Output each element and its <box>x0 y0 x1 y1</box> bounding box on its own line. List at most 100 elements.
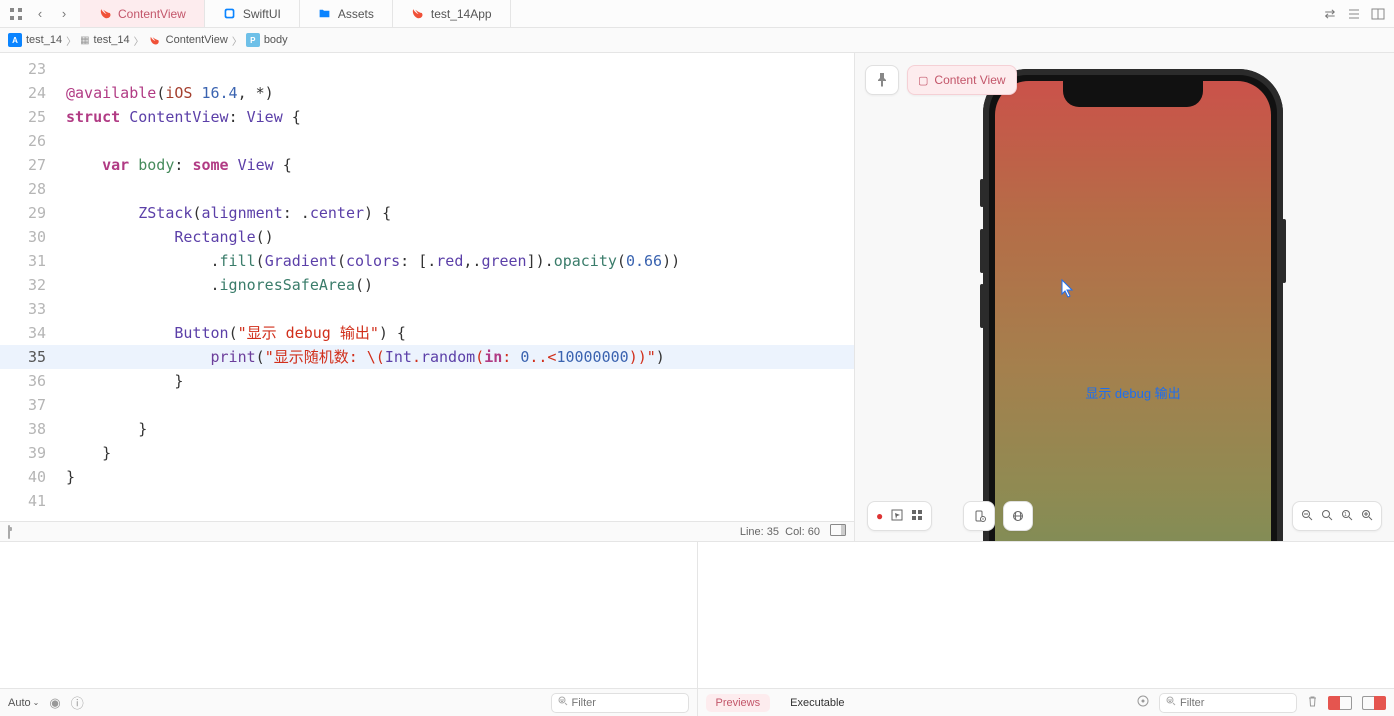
panel-toggle-left[interactable] <box>1328 696 1352 710</box>
tab-swiftui[interactable]: SwiftUI <box>205 0 300 27</box>
crumb-file[interactable]: ContentView <box>148 33 228 47</box>
tab-test14app[interactable]: test_14App <box>393 0 511 27</box>
chevron-updown-icon: ⌄ <box>33 698 40 707</box>
line-content[interactable] <box>58 129 854 153</box>
console-filter-input[interactable] <box>1180 697 1290 709</box>
code-line[interactable]: 29 ZStack(alignment: .center) { <box>0 201 854 225</box>
tab-bar: ‹ › ContentView SwiftUI Assets test_14Ap… <box>0 0 1394 28</box>
trash-icon[interactable] <box>1307 695 1318 710</box>
battery-icon <box>8 526 10 538</box>
line-number: 28 <box>0 177 58 201</box>
line-content[interactable]: Rectangle() <box>58 225 854 249</box>
line-content[interactable]: } <box>58 417 854 441</box>
tab-label: ContentView <box>118 7 186 21</box>
line-content[interactable]: var body: some View { <box>58 153 854 177</box>
code-line[interactable]: 34 Button("显示 debug 输出") { <box>0 321 854 345</box>
line-content[interactable] <box>58 489 854 513</box>
variables-filter-input[interactable] <box>572 697 682 709</box>
preview-column: ▢ Content View 显示 debug 输出 <box>854 53 1394 541</box>
pin-preview-button[interactable] <box>865 65 899 95</box>
line-content[interactable]: .fill(Gradient(colors: [.red,.green]).op… <box>58 249 854 273</box>
cycle-icon[interactable]: ⇄ <box>1320 4 1340 24</box>
console-tab-previews[interactable]: Previews <box>706 694 771 712</box>
nav-forward-icon[interactable]: › <box>54 4 74 24</box>
code-line[interactable]: 32 .ignoresSafeArea() <box>0 273 854 297</box>
preview-canvas[interactable]: ▢ Content View 显示 debug 输出 <box>855 53 1394 541</box>
console-toolbar: Previews Executable <box>698 688 1394 716</box>
variants-icon[interactable] <box>911 509 923 524</box>
swift-icon <box>148 33 162 47</box>
zoom-out-icon[interactable] <box>1301 509 1313 524</box>
variables-filter[interactable] <box>551 693 689 713</box>
line-content[interactable]: struct ContentView: View { <box>58 105 854 129</box>
zoom-actual-icon[interactable]: 1 <box>1341 509 1353 524</box>
code-line[interactable]: 35 print("显示随机数: \(Int.random(in: 0..<10… <box>0 345 854 369</box>
crumb-symbol[interactable]: P body <box>246 33 288 47</box>
code-line[interactable]: 36 } <box>0 369 854 393</box>
app-debug-button[interactable]: 显示 debug 输出 <box>995 383 1271 402</box>
add-editor-icon[interactable] <box>1368 4 1388 24</box>
line-number: 30 <box>0 225 58 249</box>
code-line[interactable]: 26 <box>0 129 854 153</box>
console-filter[interactable] <box>1159 693 1297 713</box>
line-content[interactable]: .ignoresSafeArea() <box>58 273 854 297</box>
zoom-fit-icon[interactable] <box>1321 509 1333 524</box>
crumb-folder[interactable]: ▦ test_14 <box>80 34 130 46</box>
code-line[interactable]: 41 <box>0 489 854 513</box>
metadata-icon[interactable] <box>1137 695 1149 710</box>
code-line[interactable]: 28 <box>0 177 854 201</box>
tab-assets[interactable]: Assets <box>300 0 393 27</box>
list-icon[interactable] <box>1344 4 1364 24</box>
code-line[interactable]: 25struct ContentView: View { <box>0 105 854 129</box>
code-line[interactable]: 38 } <box>0 417 854 441</box>
variables-pane[interactable]: Auto ⌄ ◉ ⓘ <box>0 542 697 716</box>
device-screen[interactable]: 显示 debug 输出 <box>995 81 1271 541</box>
line-content[interactable]: @available(iOS 16.4, *) <box>58 81 854 105</box>
code-editor[interactable]: 2324@available(iOS 16.4, *)25struct Cont… <box>0 53 854 521</box>
tab-nav-controls: ‹ › <box>0 0 80 27</box>
zoom-group: 1 <box>1292 501 1382 531</box>
content-view-pill[interactable]: ▢ Content View <box>907 65 1017 95</box>
line-content[interactable] <box>58 177 854 201</box>
quicklook-icon[interactable]: ◉ <box>49 695 60 711</box>
code-line[interactable]: 37 <box>0 393 854 417</box>
code-line[interactable]: 24@available(iOS 16.4, *) <box>0 81 854 105</box>
line-number: 38 <box>0 417 58 441</box>
line-content[interactable] <box>58 57 854 81</box>
filter-icon <box>1166 696 1176 709</box>
zoom-in-icon[interactable] <box>1361 509 1373 524</box>
line-content[interactable] <box>58 297 854 321</box>
line-content[interactable]: Button("显示 debug 输出") { <box>58 321 854 345</box>
selectable-icon[interactable] <box>891 509 903 524</box>
console-pane[interactable]: Previews Executable <box>698 542 1394 716</box>
main-area: 2324@available(iOS 16.4, *)25struct Cont… <box>0 53 1394 541</box>
line-content[interactable]: ZStack(alignment: .center) { <box>58 201 854 225</box>
crumb-project[interactable]: A test_14 <box>8 33 62 47</box>
line-content[interactable] <box>58 393 854 417</box>
toggle-sidepanel-icon[interactable] <box>830 524 846 539</box>
play-icon[interactable]: ● <box>876 509 883 523</box>
line-content[interactable]: } <box>58 465 854 489</box>
auto-scope-dropdown[interactable]: Auto ⌄ <box>8 697 39 709</box>
code-line[interactable]: 31 .fill(Gradient(colors: [.red,.green])… <box>0 249 854 273</box>
preview-settings-button[interactable] <box>1003 501 1033 531</box>
console-tab-executable[interactable]: Executable <box>780 694 854 712</box>
panel-toggle-right[interactable] <box>1362 696 1386 710</box>
line-content[interactable]: } <box>58 369 854 393</box>
line-content[interactable]: } <box>58 441 854 465</box>
line-content[interactable]: print("显示随机数: \(Int.random(in: 0..<10000… <box>58 345 854 369</box>
code-line[interactable]: 23 <box>0 57 854 81</box>
code-line[interactable]: 39 } <box>0 441 854 465</box>
nav-back-icon[interactable]: ‹ <box>30 4 50 24</box>
code-line[interactable]: 27 var body: some View { <box>0 153 854 177</box>
chevron-right-icon: 〉 <box>66 33 76 48</box>
related-items-icon[interactable] <box>6 4 26 24</box>
info-icon[interactable]: ⓘ <box>71 693 84 712</box>
chevron-right-icon: 〉 <box>134 33 144 48</box>
line-number: 33 <box>0 297 58 321</box>
code-line[interactable]: 33 <box>0 297 854 321</box>
code-line[interactable]: 40} <box>0 465 854 489</box>
device-settings-button[interactable] <box>963 501 995 531</box>
tab-contentview[interactable]: ContentView <box>80 0 205 27</box>
code-line[interactable]: 30 Rectangle() <box>0 225 854 249</box>
